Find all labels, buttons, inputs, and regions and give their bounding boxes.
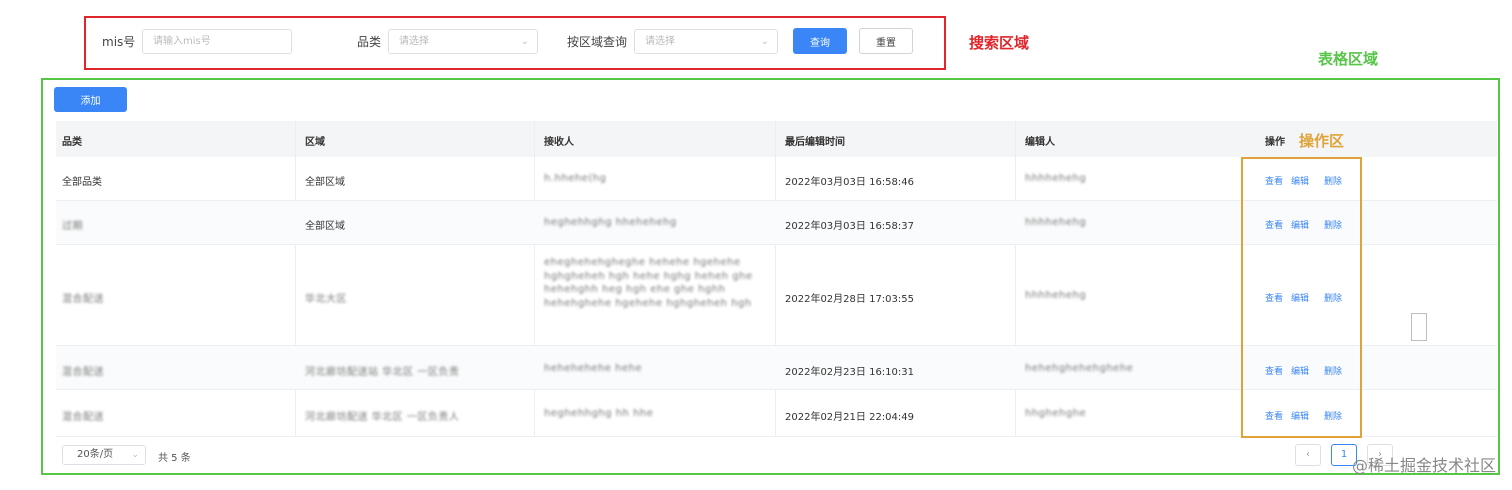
cell-region: 全部区域	[305, 177, 345, 188]
chevron-down-icon: ⌄	[520, 36, 529, 47]
cell-region: 河北廊坊配送 华北区 一区负责人	[305, 412, 460, 423]
header-edit-time: 最后编辑时间	[785, 137, 845, 148]
cell-edit-time: 2022年03月03日 16:58:46	[785, 177, 914, 188]
region-select[interactable]: 请选择 ⌄	[634, 29, 778, 54]
prev-page-button[interactable]: ‹	[1295, 444, 1321, 466]
scroll-handle[interactable]	[1411, 313, 1427, 341]
region-label: 按区域查询	[567, 35, 628, 49]
cell-receiver: hehehehehe hehe	[544, 363, 643, 374]
category-label: 品类	[357, 35, 382, 49]
cell-editor: hhghehghe	[1025, 408, 1087, 419]
region-select-value: 请选择	[645, 36, 675, 47]
header-region: 区域	[305, 137, 325, 148]
chevron-down-icon: ⌄	[760, 36, 769, 47]
header-category: 品类	[62, 137, 82, 148]
cell-category: 混合配送	[62, 412, 104, 423]
chevron-down-icon: ⌄	[131, 450, 139, 460]
cell-edit-time: 2022年02月28日 17:03:55	[785, 294, 914, 305]
category-select-value: 请选择	[399, 36, 429, 47]
cell-receiver: heghehhghg hh hhe	[544, 408, 654, 419]
header-editor: 编辑人	[1025, 137, 1055, 148]
cell-category: 混合配送	[62, 367, 104, 378]
table-area-annotation: 表格区域	[1318, 50, 1379, 68]
cell-category: 全部品类	[62, 177, 102, 188]
reset-button[interactable]: 重置	[859, 28, 913, 54]
watermark: @稀土掘金技术社区	[1351, 456, 1496, 475]
cell-category: 过期	[62, 221, 83, 232]
query-button[interactable]: 查询	[793, 28, 847, 54]
cell-region: 华北大区	[305, 294, 347, 305]
page-size-value: 20条/页	[77, 449, 114, 460]
page-number: 1	[1340, 449, 1348, 460]
cell-receiver: eheghehehgheghe hehehe hgehehe hghgheheh…	[544, 257, 753, 309]
total-count: 共 5 条	[158, 453, 191, 464]
cell-editor: hhhhehehg	[1025, 173, 1087, 184]
cell-edit-time: 2022年02月23日 16:10:31	[785, 367, 914, 378]
operation-area-annotation: 操作区	[1299, 132, 1345, 150]
cell-receiver: h.hhehe(hg	[544, 173, 607, 184]
mis-input[interactable]	[142, 29, 292, 54]
page-size-select[interactable]: 20条/页 ⌄	[62, 445, 146, 465]
cell-editor: hhhhehehg	[1025, 217, 1087, 228]
search-area-annotation: 搜索区域	[969, 34, 1030, 52]
cell-category: 混合配送	[62, 294, 104, 305]
chevron-left-icon: ‹	[1306, 449, 1310, 460]
category-select[interactable]: 请选择 ⌄	[388, 29, 538, 54]
cell-region: 全部区域	[305, 221, 345, 232]
header-receiver: 接收人	[544, 137, 574, 148]
mis-label: mis号	[102, 35, 136, 49]
operation-area-frame	[1241, 157, 1362, 438]
header-actions: 操作	[1265, 137, 1285, 148]
cell-edit-time: 2022年02月21日 22:04:49	[785, 412, 914, 423]
cell-editor: hehehghehehghehe	[1025, 363, 1134, 374]
add-button[interactable]: 添加	[54, 87, 127, 112]
cell-edit-time: 2022年03月03日 16:58:37	[785, 221, 914, 232]
cell-editor: hhhhehehg	[1025, 290, 1087, 301]
cell-region: 河北廊坊配送站 华北区 一区负责	[305, 367, 460, 378]
cell-receiver: heghehhghg hhehehehg	[544, 217, 677, 228]
